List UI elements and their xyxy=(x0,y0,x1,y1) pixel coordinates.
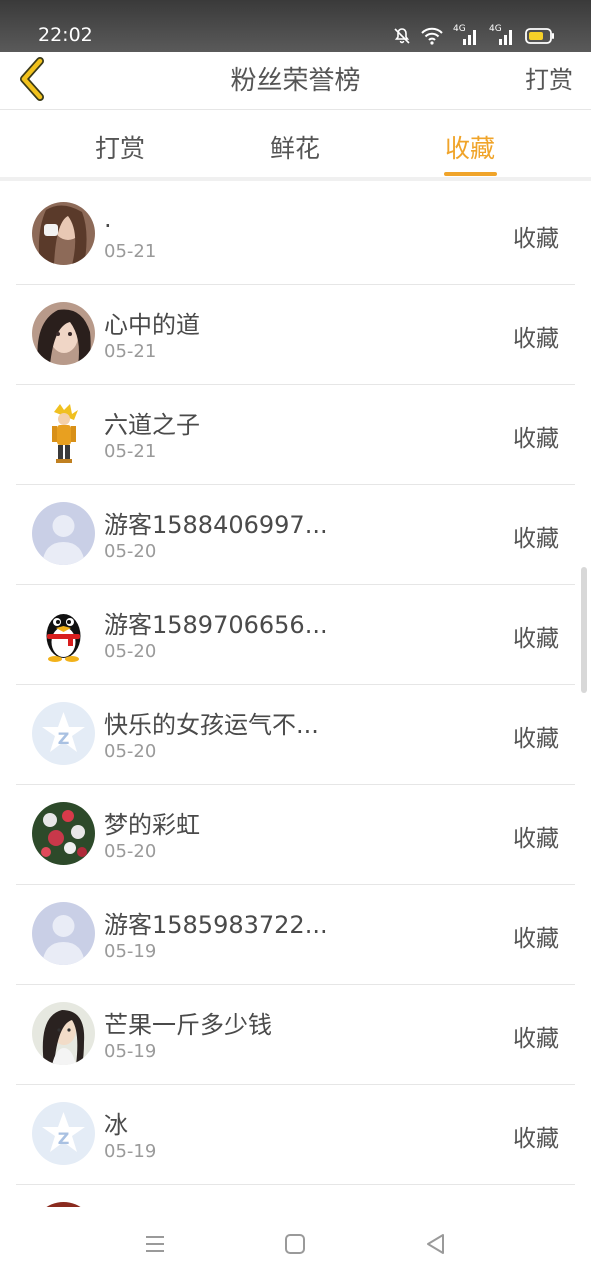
user-name: 游客1585983722... xyxy=(104,911,328,939)
list-item[interactable]: Z 冰 05-19 收藏 xyxy=(16,1085,575,1185)
svg-text:Z: Z xyxy=(58,1129,70,1148)
date: 05-19 xyxy=(104,1141,157,1162)
status-icons: 4G 4G xyxy=(393,24,555,48)
list-item[interactable]: 心中的道 05-21 收藏 xyxy=(16,285,575,385)
avatar xyxy=(32,402,95,465)
tab-favorites[interactable]: 收藏 xyxy=(445,129,495,165)
tab-reward[interactable]: 打赏 xyxy=(95,129,145,165)
back-triangle-icon xyxy=(427,1234,444,1254)
avatar xyxy=(32,302,95,365)
avatar xyxy=(32,1002,95,1065)
action-label: 收藏 xyxy=(513,626,559,652)
date: 05-20 xyxy=(104,641,157,662)
reward-link[interactable]: 打赏 xyxy=(525,60,573,95)
active-tab-indicator xyxy=(444,172,497,176)
page-title: 粉丝荣誉榜 xyxy=(230,66,361,96)
action-label: 收藏 xyxy=(513,726,559,752)
wifi-icon xyxy=(421,27,443,45)
action-label: 收藏 xyxy=(513,1026,559,1052)
action-label: 收藏 xyxy=(513,526,559,552)
home-square-icon xyxy=(285,1234,305,1254)
scrollbar[interactable] xyxy=(581,567,587,693)
status-bar: 22:02 4G 4G xyxy=(0,0,591,52)
date: 05-21 xyxy=(104,441,157,462)
avatar xyxy=(32,202,95,265)
tab-flowers[interactable]: 鲜花 xyxy=(270,129,320,165)
date: 05-21 xyxy=(104,341,157,362)
user-name: 芒果一斤多少钱 xyxy=(104,1011,272,1039)
avatar xyxy=(32,502,95,565)
date: 05-19 xyxy=(104,1041,157,1062)
menu-icon xyxy=(146,1236,164,1252)
svg-text:Z: Z xyxy=(58,729,70,748)
user-name: 游客1589706656... xyxy=(104,611,328,639)
user-name: 梦的彩虹 xyxy=(104,811,200,839)
signal-icon: 4G xyxy=(489,24,515,46)
date: 05-20 xyxy=(104,741,157,762)
list-item[interactable]: 梦的彩虹 05-20 收藏 xyxy=(16,785,575,885)
avatar xyxy=(32,802,95,865)
list-item[interactable]: 游客1588406997... 05-20 收藏 xyxy=(16,485,575,585)
menu-button[interactable] xyxy=(140,1229,170,1259)
list-item[interactable]: . 05-21 收藏 xyxy=(16,185,575,285)
status-time: 22:02 xyxy=(38,24,93,46)
fan-list: . 05-21 收藏 心中的道 05-21 收藏 六道之子 05-21 收藏 游… xyxy=(16,185,575,1207)
mute-icon xyxy=(393,27,411,45)
list-item[interactable]: 游客1589706656... 05-20 收藏 xyxy=(16,585,575,685)
navigation-bar xyxy=(0,1207,591,1280)
user-name: 心中的道 xyxy=(104,311,200,339)
home-button[interactable] xyxy=(280,1229,310,1259)
title-bar: 粉丝荣誉榜 打赏 xyxy=(0,52,591,110)
date: 05-21 xyxy=(104,241,157,262)
action-label: 收藏 xyxy=(513,926,559,952)
action-label: 收藏 xyxy=(513,826,559,852)
tab-bar: 打赏 鲜花 收藏 xyxy=(0,111,591,181)
avatar xyxy=(32,602,95,665)
battery-icon xyxy=(525,27,555,45)
avatar xyxy=(32,902,95,965)
action-label: 收藏 xyxy=(513,226,559,252)
avatar: Z xyxy=(32,702,95,765)
date: 05-19 xyxy=(104,941,157,962)
signal-icon: 4G xyxy=(453,24,479,46)
list-item[interactable]: 六道之子 05-21 收藏 xyxy=(16,385,575,485)
user-name: 游客1588406997... xyxy=(104,511,328,539)
avatar: Z xyxy=(32,1102,95,1165)
action-label: 收藏 xyxy=(513,426,559,452)
list-item[interactable]: Z 快乐的女孩运气不... 05-20 收藏 xyxy=(16,685,575,785)
action-label: 收藏 xyxy=(513,326,559,352)
user-name: 快乐的女孩运气不... xyxy=(104,711,319,739)
back-nav-button[interactable] xyxy=(420,1229,450,1259)
list-item[interactable]: 芒果一斤多少钱 05-19 收藏 xyxy=(16,985,575,1085)
user-name: 六道之子 xyxy=(104,411,200,439)
list-item[interactable]: 游客1585983722... 05-19 收藏 xyxy=(16,885,575,985)
date: 05-20 xyxy=(104,541,157,562)
action-label: 收藏 xyxy=(513,1126,559,1152)
user-name: . xyxy=(104,205,112,233)
user-name: 冰 xyxy=(104,1111,128,1139)
list-item-partial[interactable] xyxy=(16,1185,575,1207)
date: 05-20 xyxy=(104,841,157,862)
